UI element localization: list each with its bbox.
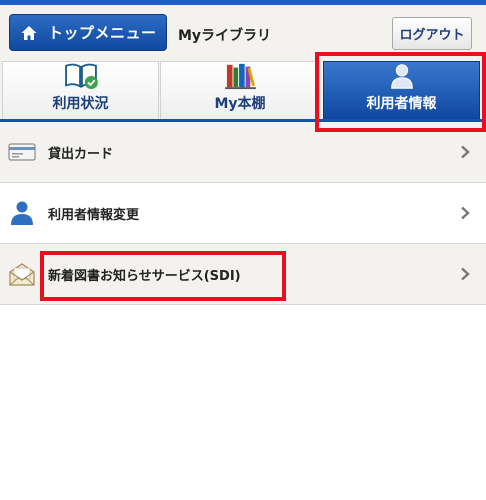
- envelope-icon-wrap: [8, 260, 36, 288]
- user-icon: [11, 201, 33, 225]
- tab-bar: 利用状況 My本棚 利用者情報: [0, 59, 486, 121]
- chevron-right-icon: [461, 267, 470, 281]
- logout-button[interactable]: ログアウト: [392, 17, 472, 50]
- user-icon-wrap: [8, 199, 36, 227]
- bookshelf-icon: [225, 63, 256, 90]
- user-icon: [390, 64, 413, 89]
- top-menu-button[interactable]: トップメニュー: [9, 14, 167, 51]
- menu-item-label: 利用者情報変更: [48, 207, 140, 223]
- home-icon: [21, 25, 37, 40]
- envelope-icon: [9, 263, 35, 286]
- top-menu-label: トップメニュー: [48, 24, 157, 42]
- tab-user-info-label: 利用者情報: [366, 96, 437, 112]
- tab-my-bookshelf[interactable]: My本棚: [160, 61, 320, 121]
- menu-item-label: 貸出カード: [48, 146, 114, 162]
- tab-usage-status[interactable]: 利用状況: [2, 61, 159, 121]
- menu-item-new-books-sdi[interactable]: 新着図書お知らせサービス(SDI): [0, 244, 486, 305]
- page-title: Myライブラリ: [178, 28, 272, 44]
- tab-usage-status-label: 利用状況: [52, 96, 109, 112]
- menu-list: 貸出カード 利用者情報変更 新着図書お知らせサービス(SDI): [0, 122, 486, 305]
- menu-item-user-info-change[interactable]: 利用者情報変更: [0, 183, 486, 244]
- menu-item-lending-card[interactable]: 貸出カード: [0, 122, 486, 183]
- tab-my-bookshelf-label: My本棚: [214, 96, 266, 112]
- card-icon-wrap: [8, 138, 36, 166]
- header: トップメニュー Myライブラリ ログアウト: [0, 5, 486, 59]
- menu-item-label: 新着図書お知らせサービス(SDI): [48, 268, 241, 284]
- chevron-right-icon: [461, 145, 470, 159]
- book-check-icon: [64, 63, 98, 90]
- tab-user-info[interactable]: 利用者情報: [323, 61, 480, 121]
- chevron-right-icon: [461, 206, 470, 220]
- card-icon: [8, 143, 36, 161]
